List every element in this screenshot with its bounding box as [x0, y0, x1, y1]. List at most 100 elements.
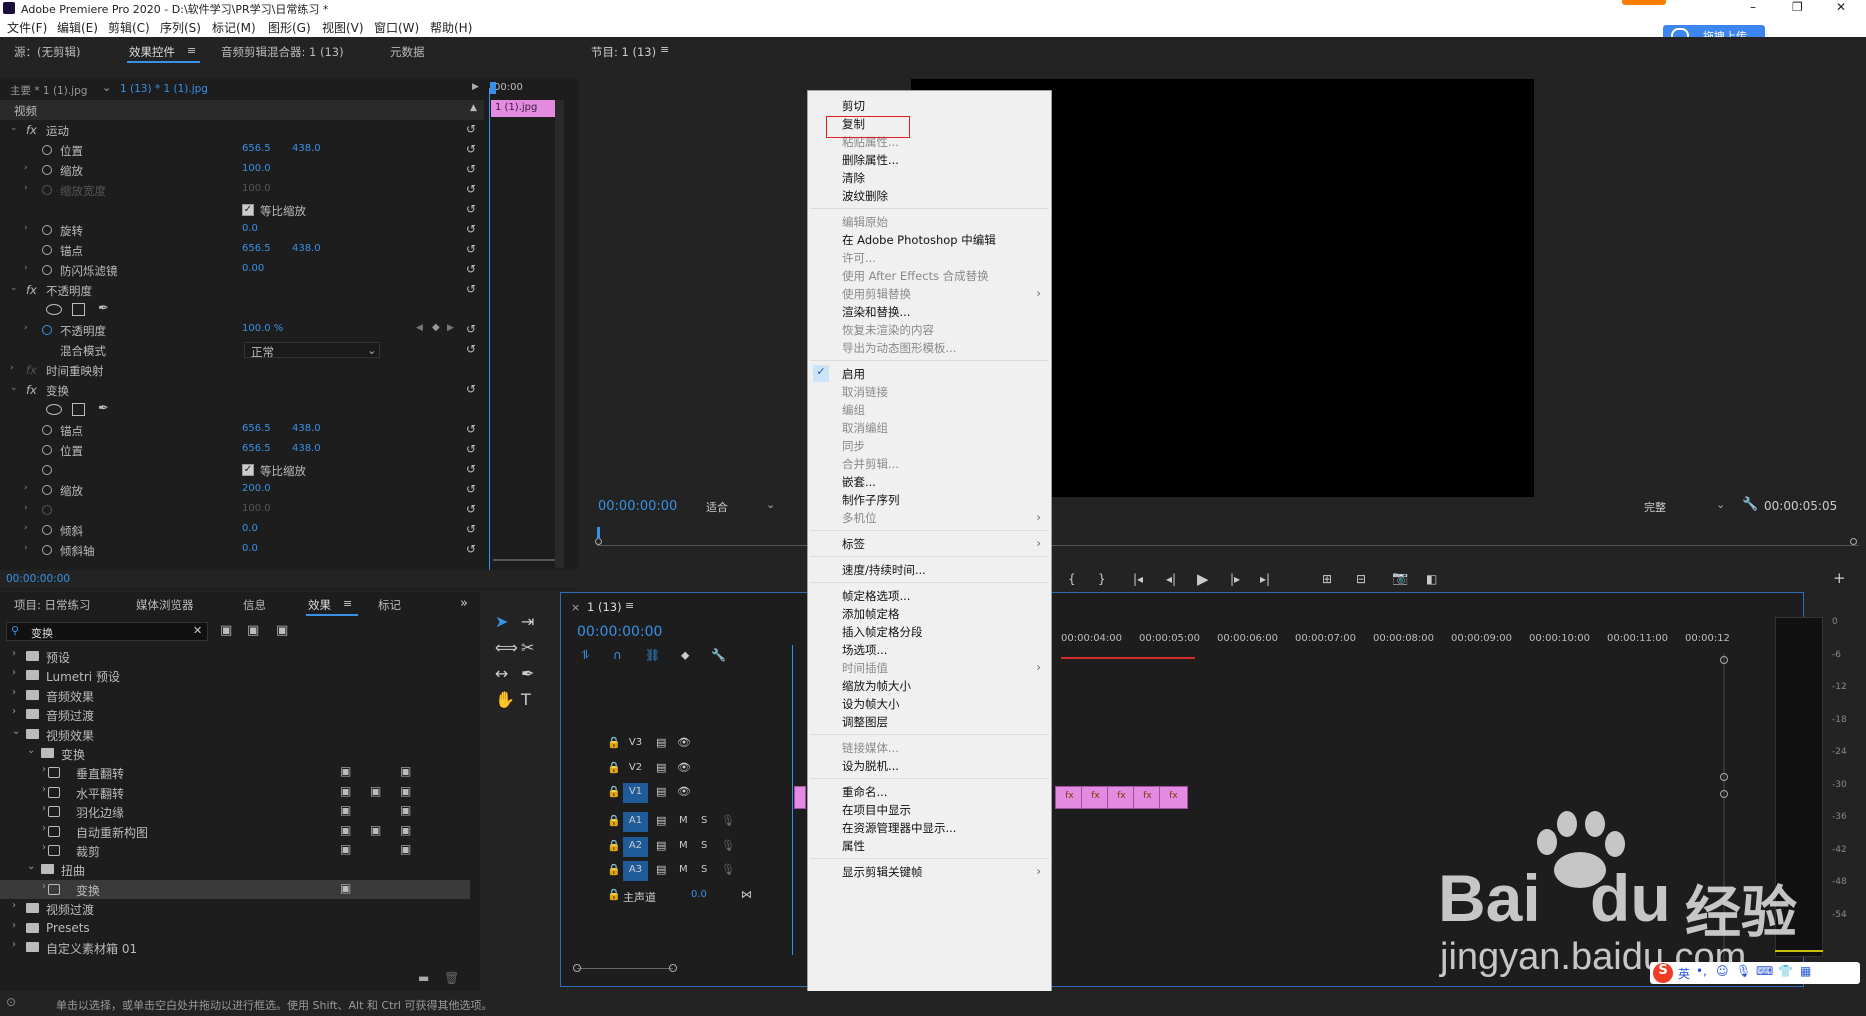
context-menu-item[interactable]: 渲染和替换... [808, 303, 1051, 321]
transform-row[interactable]: ⌄ fx 变换 ↺ [0, 380, 480, 400]
sogou-logo-icon[interactable]: S [1653, 963, 1673, 983]
step-back-icon[interactable]: ◂| [1166, 572, 1176, 586]
fx-clip[interactable]: fx [1055, 786, 1084, 809]
menu-edit[interactable]: 编辑(E) [57, 19, 98, 36]
tree-arrow-icon[interactable]: › [12, 687, 16, 698]
tab-markers[interactable]: 标记 [378, 597, 401, 613]
tree-arrow-icon[interactable]: › [12, 648, 16, 659]
32bit-effects-icon[interactable]: ▣ [247, 623, 259, 638]
tab-project[interactable]: 项目: 日常练习 [14, 597, 91, 613]
toolbox-icon[interactable]: ▦ [1800, 964, 1811, 978]
t-uniform-checkbox[interactable]: ✓ [242, 464, 254, 476]
context-menu-item[interactable]: 制作子序列 [808, 491, 1051, 509]
reset-icon[interactable]: ↺ [466, 542, 476, 556]
program-scrubber[interactable] [597, 545, 1859, 546]
reset-icon[interactable]: ↺ [466, 242, 476, 256]
context-menu-item[interactable]: 帧定格选项... [808, 587, 1051, 605]
context-menu-item[interactable]: 重命名... [808, 783, 1051, 801]
tree-arrow-icon[interactable]: › [12, 667, 16, 678]
context-menu-item[interactable]: 设为帧大小 [808, 695, 1051, 713]
stopwatch-icon[interactable] [42, 245, 52, 255]
tree-arrow-icon[interactable]: › [42, 842, 46, 853]
tree-arrow-icon[interactable]: › [42, 823, 46, 834]
fx-clip[interactable]: fx [1133, 786, 1162, 809]
scale-value[interactable]: 100.0 [242, 163, 271, 174]
wrench-icon[interactable]: 🔧 [1742, 497, 1758, 512]
position-x[interactable]: 656.5 [242, 143, 271, 154]
context-menu-item[interactable]: 剪切 [808, 97, 1051, 115]
mark-in-icon[interactable]: { [1068, 572, 1076, 586]
context-menu-item[interactable]: 速度/持续时间... [808, 561, 1051, 579]
stopwatch-icon[interactable] [42, 225, 52, 235]
razor-tool-icon[interactable]: ✂ [521, 638, 534, 657]
stopwatch-icon[interactable] [42, 445, 52, 455]
reset-icon[interactable]: ↺ [466, 322, 476, 336]
reset-icon[interactable]: ↺ [466, 502, 476, 516]
context-menu-item[interactable]: 插入帧定格分段 [808, 623, 1051, 641]
program-title[interactable]: 节目: 1 (13) [591, 44, 656, 60]
tree-arrow-icon[interactable]: › [42, 764, 46, 775]
anchor-x[interactable]: 656.5 [242, 243, 271, 254]
scroll-handle-top[interactable] [1720, 656, 1728, 664]
blend-mode-select[interactable]: 正常 ⌄ [244, 342, 380, 359]
stopwatch-icon[interactable] [42, 525, 52, 535]
reset-icon[interactable]: ↺ [466, 482, 476, 496]
keyboard-icon[interactable]: ⌨ [1756, 964, 1773, 978]
effects-tree-item[interactable]: › 音频效果 [0, 686, 470, 705]
trash-icon[interactable]: 🗑 [444, 971, 459, 985]
emoji-icon[interactable]: ☺ [1716, 964, 1729, 978]
context-menu-item[interactable]: 标签 › [808, 535, 1051, 553]
t-position-y[interactable]: 438.0 [292, 443, 321, 454]
stopwatch-icon[interactable] [42, 165, 52, 175]
prev-keyframe-icon[interactable]: ◀ [416, 323, 423, 333]
panel-menu-icon[interactable]: ≡ [343, 597, 352, 610]
effects-tree-item[interactable]: › 音频过渡 [0, 705, 470, 724]
scroll-handle-lower[interactable] [1720, 790, 1728, 798]
anchor-y[interactable]: 438.0 [292, 243, 321, 254]
menu-view[interactable]: 视图(V) [322, 19, 364, 36]
sequence-clip-label[interactable]: 1 (13) * 1 (1).jpg [120, 83, 208, 95]
minimize-button[interactable]: – [1750, 0, 1756, 14]
time-remap-row[interactable]: › fx 时间重映射 [0, 360, 480, 380]
menu-sequence[interactable]: 序列(S) [160, 19, 201, 36]
punct-icon[interactable]: •, [1696, 964, 1707, 978]
skew-axis-value[interactable]: 0.0 [242, 543, 258, 554]
opacity-row[interactable]: ⌄ fx 不透明度 ↺ [0, 280, 480, 300]
rotation-value[interactable]: 0.0 [242, 223, 258, 234]
fit-select[interactable]: 适合 ⌄ [702, 498, 778, 515]
stopwatch-icon[interactable] [42, 545, 52, 555]
scrubber-start-handle[interactable] [595, 538, 602, 545]
reset-icon[interactable]: ↺ [466, 122, 476, 136]
scroll-handle-mid[interactable] [1720, 773, 1728, 781]
tree-arrow-icon[interactable]: ⌄ [27, 861, 35, 872]
hand-tool-icon[interactable]: ✋ [495, 690, 515, 709]
flicker-value[interactable]: 0.00 [242, 263, 264, 274]
program-timecode[interactable]: 00:00:00:00 [598, 499, 677, 514]
effects-tree-item[interactable]: › 水平翻转 ▣ ▣ ▣ [0, 783, 470, 802]
slip-tool-icon[interactable]: ↔ [495, 664, 508, 683]
context-menu-item[interactable]: ✓ 启用 [808, 365, 1051, 383]
yuv-effects-icon[interactable]: ▣ [276, 623, 288, 638]
camera-icon[interactable]: 📷 [1392, 571, 1408, 586]
play-icon[interactable]: ▶ [1197, 570, 1209, 588]
fx-clip[interactable]: fx [1159, 786, 1188, 809]
context-menu-item[interactable]: 清除 [808, 169, 1051, 187]
reset-icon[interactable]: ↺ [466, 462, 476, 476]
fx-clip-start[interactable] [794, 786, 806, 809]
step-forward-icon[interactable]: |▸ [1230, 572, 1240, 586]
reset-icon[interactable]: ↺ [466, 182, 476, 196]
chevron-down-icon[interactable]: ⌄ [102, 81, 111, 94]
effects-tree-item[interactable]: › 预设 [0, 647, 470, 666]
position-y[interactable]: 438.0 [292, 143, 321, 154]
pen-tool-icon[interactable]: ✒ [521, 664, 534, 683]
mark-out-icon[interactable]: } [1098, 572, 1106, 586]
stopwatch-icon[interactable] [42, 265, 52, 275]
tree-arrow-icon[interactable]: › [42, 881, 46, 892]
ec-timeline-ruler[interactable]: 00:00 [488, 78, 564, 98]
reset-icon[interactable]: ↺ [466, 162, 476, 176]
ripple-edit-tool-icon[interactable]: ⟺ [495, 638, 518, 657]
restore-button[interactable]: ❐ [1792, 0, 1803, 14]
ellipse-mask-icon[interactable] [46, 304, 62, 315]
menu-help[interactable]: 帮助(H) [430, 19, 472, 36]
stopwatch-icon[interactable] [42, 145, 52, 155]
